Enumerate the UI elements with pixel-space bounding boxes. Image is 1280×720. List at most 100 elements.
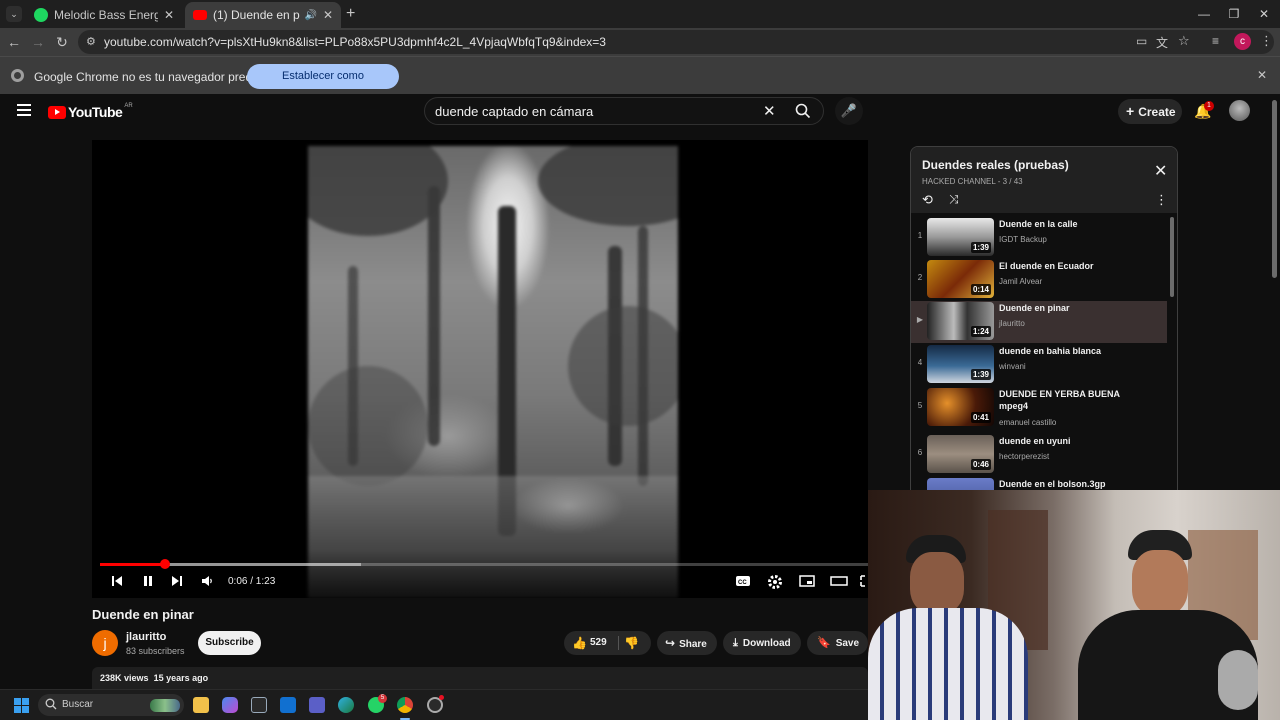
theater-mode-icon[interactable] [830,574,848,588]
playlist-item[interactable]: 1 1:39 Duende en la calle IGDT Backup [911,217,1167,259]
back-icon[interactable]: ← [6,34,22,50]
search-icon[interactable] [795,103,811,119]
restore-icon[interactable]: ❐ [1226,6,1242,22]
clear-search-icon[interactable]: ✕ [763,102,776,120]
captions-icon[interactable]: CC [735,574,751,588]
like-button[interactable]: 👍 529 [572,631,616,655]
profile-avatar[interactable]: c [1234,33,1251,50]
playlist-scrollbar[interactable] [1170,217,1174,297]
fullscreen-icon[interactable] [860,574,868,588]
menu-kebab-icon[interactable]: ⋮ [1260,33,1273,49]
voice-search-icon[interactable]: 🎤 [835,97,863,125]
close-tab-icon[interactable]: ✕ [323,8,333,22]
playlist-item[interactable]: 2 0:14 El duende en Ecuador Jamil Alvear [911,259,1167,301]
close-infobar-icon[interactable]: ✕ [1257,68,1267,82]
close-tab-icon[interactable]: ✕ [164,8,174,22]
next-icon[interactable] [170,574,184,588]
playlist-item-index: 5 [917,401,923,410]
tab-spotify[interactable]: Melodic Bass Energy - playlist b ✕ [26,2,182,28]
microsoft-store-icon[interactable] [251,697,267,713]
playlist-item[interactable]: 5 0:41 DUENDE EN YERBA BUENA mpeg4 emanu… [911,387,1167,433]
tab-search-button[interactable]: ⌄ [6,6,22,22]
previous-icon[interactable] [110,574,124,588]
translate-icon[interactable]: 文 [1156,34,1168,51]
set-default-button[interactable]: Establecer como predeterminado [247,64,399,107]
teams-icon[interactable] [309,697,325,713]
playlist-menu-icon[interactable]: ⋮ [1155,192,1168,208]
chrome-icon [11,69,24,82]
playlist-thumbnail: 1:39 [927,218,994,256]
download-button[interactable]: ⤓ Download [723,631,801,655]
minimize-icon[interactable]: — [1196,6,1212,22]
playlist-panel: Duendes reales (pruebas) HACKED CHANNEL … [910,146,1178,491]
close-playlist-icon[interactable]: ✕ [1154,161,1167,181]
site-info-icon[interactable]: ⚙ [86,35,96,48]
volume-icon[interactable] [200,574,214,588]
playlist-item-channel: IGDT Backup [999,235,1047,244]
file-explorer-icon[interactable] [193,697,209,713]
thumbs-up-icon: 👍 [572,636,587,650]
settings-gear-icon[interactable] [767,574,783,590]
playlist-thumbnail: 0:14 [927,260,994,298]
thumbs-down-icon: 👎 [624,636,639,650]
video-player[interactable]: 0:06 / 1:23 CC [92,140,868,598]
pause-icon[interactable] [141,574,155,588]
like-dislike-group: 👍 529 👎 [564,631,651,655]
youtube-play-logo-icon [48,105,66,119]
now-playing-icon: ▶ [916,315,924,324]
progress-bar[interactable] [100,559,868,569]
playlist-header: Duendes reales (pruebas) HACKED CHANNEL … [911,147,1177,213]
subscribe-button[interactable]: Subscribe [198,631,261,655]
browser-toolbar: ← → ↻ ⚙ youtube.com/watch?v=plsXtHu9kn8&… [0,28,1280,56]
description-box[interactable]: 238K views 15 years ago [92,667,868,689]
address-bar[interactable]: ⚙ youtube.com/watch?v=plsXtHu9kn8&list=P… [78,30,1274,54]
close-window-icon[interactable]: ✕ [1256,6,1272,22]
webcam-overlay [868,490,1280,720]
audio-playing-icon[interactable]: 🔊 [304,10,316,21]
chrome-icon[interactable] [397,697,413,713]
reading-list-icon[interactable]: ≡ [1212,34,1219,48]
playlist-item-title: El duende en Ecuador [999,261,1094,271]
playlist-thumbnail: 1:39 [927,345,994,383]
forward-icon[interactable]: → [30,34,46,50]
dislike-button[interactable]: 👎 [624,631,648,655]
miniplayer-icon[interactable] [799,574,815,588]
create-button[interactable]: + Create [1118,99,1182,124]
playlist-item[interactable]: 4 1:39 duende en bahia blanca winvani [911,344,1167,386]
windows-start-icon[interactable] [14,698,29,713]
loop-icon[interactable]: ⟲ [922,192,933,208]
channel-name[interactable]: jlauritto [126,631,166,643]
page-scrollbar[interactable] [1272,100,1277,278]
url-text: youtube.com/watch?v=plsXtHu9kn8&list=PLP… [104,35,606,49]
playlist-item-current[interactable]: ▶ 1:24 Duende en pinar jlauritto [911,301,1167,343]
new-tab-button[interactable]: + [346,5,355,23]
playlist-item-title: duende en uyuni [999,436,1071,446]
outlook-icon[interactable] [280,697,296,713]
hamburger-menu-icon[interactable] [17,104,31,116]
share-button[interactable]: ↪ Share [657,631,717,655]
save-label: Save [835,638,860,649]
playlist-item-index: 4 [917,358,923,367]
share-label: Share [679,639,707,650]
playlist-item[interactable]: Duende en el bolson.3gp [911,477,1167,490]
playlist-title[interactable]: Duendes reales (pruebas) [922,158,1069,172]
shuffle-icon[interactable]: ⤨ [949,192,959,207]
copilot-icon[interactable] [222,697,238,713]
bookmark-star-icon[interactable]: ☆ [1178,33,1190,49]
tab-youtube[interactable]: (1) Duende en pinar - YouTube 🔊 ✕ [185,2,341,28]
search-input[interactable]: duende captado en cámara ✕ [424,97,824,125]
playlist-item[interactable]: 6 0:46 duende en uyuni hectorperezist [911,434,1167,476]
reload-icon[interactable]: ↻ [54,34,70,50]
playlist-thumbnail: 1:24 [927,302,994,340]
progress-played [100,563,166,566]
taskbar-search-input[interactable]: Buscar [38,694,184,716]
youtube-header: YouTube AR duende captado en cámara ✕ 🎤 … [0,94,1280,130]
youtube-logo[interactable]: YouTube AR [48,103,133,120]
cast-icon[interactable]: ▭ [1136,34,1147,48]
playlist-item-channel: winvani [999,362,1026,371]
edge-icon[interactable] [338,697,354,713]
channel-avatar[interactable]: j [92,630,118,656]
playlist-item-title: Duende en la calle [999,219,1078,229]
account-avatar[interactable] [1229,100,1250,121]
save-button[interactable]: 🔖 Save [807,631,868,655]
